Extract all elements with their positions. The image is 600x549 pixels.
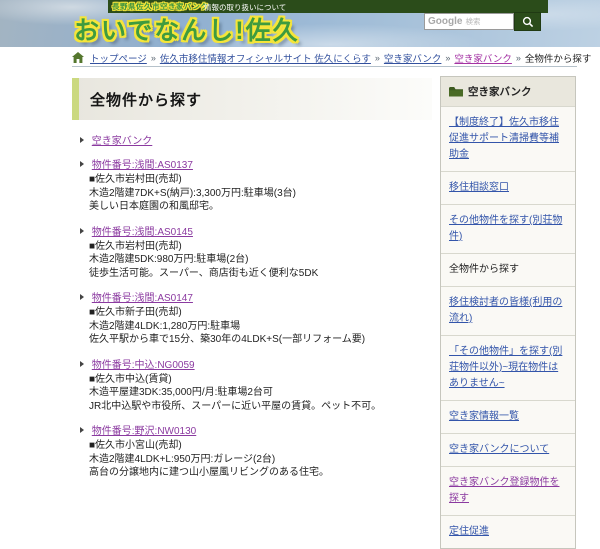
bullet-icon (80, 161, 84, 167)
listing-link[interactable]: 物件番号:中込:NG0059 (92, 360, 195, 371)
listing-item: 物件番号:浅間:AS0137 ■佐久市岩村田(売却) 木造2階建7DK+S(納戸… (72, 156, 432, 214)
home-icon[interactable] (72, 52, 84, 63)
sidebar-item[interactable]: 移住検討者の皆様(利用の流れ) (441, 286, 575, 335)
bullet-icon (80, 360, 84, 367)
listing-spec: 木造2階建4LDK+L:950万円:ガレージ(2台) (89, 453, 276, 465)
search-placeholder: 検索 (465, 17, 481, 26)
breadcrumb-item[interactable]: 空き家バンク (384, 51, 441, 65)
sidebar-item[interactable]: 【制度終了】佐久市移住促進サポート清掃費等補助金 (441, 106, 575, 171)
breadcrumb-separator: » (150, 52, 156, 63)
listing-location: ■佐久市岩村田(売却) (89, 174, 182, 185)
listing-description: JR北中込駅や市役所、スーパーに近い平屋の賃貸。ペット不可。 (89, 400, 382, 412)
breadcrumb-separator: » (515, 52, 521, 63)
bullet-icon (80, 294, 84, 300)
page-title-box: 全物件から探す (72, 78, 432, 120)
site-header: 長野県佐久市空き家バンク 情報の取り扱いについて おいでなんし!佐久 Googl… (0, 0, 600, 47)
sidebar-item-link[interactable]: 【制度終了】佐久市移住促進サポート清掃費等補助金 (449, 117, 559, 160)
intro-row: 空き家バンク (80, 132, 432, 147)
vacant-house-bank-link[interactable]: 空き家バンク (92, 136, 153, 147)
listing-item: 物件番号:中込:NG0059 ■佐久市中込(賃貸) 木造平屋建3DK:35,00… (72, 356, 432, 414)
listing-spec: 木造2階建7DK+S(納戸):3,300万円:駐車場(3台) (89, 187, 296, 199)
listing-spec: 木造2階建4LDK:1,280万円:駐車場 (89, 320, 241, 332)
listing-link[interactable]: 物件番号:浅間:AS0145 (92, 227, 193, 238)
folder-icon (449, 87, 463, 97)
listing-title-row: 物件番号:野沢:NW0130 (72, 422, 432, 437)
listing-description: 徒歩生活可能。スーパー、商店街も近く便利な5DK (89, 267, 319, 279)
google-watermark: Google (428, 16, 463, 27)
listing-description: 佐久平駅から車で15分、築30年の4LDK+S(一部リフォーム要) (89, 334, 366, 345)
listing-description: 美しい日本庭園の和風邸宅。 (89, 201, 219, 212)
bullet-icon (80, 137, 84, 143)
page-title: 全物件から探す (90, 91, 203, 109)
listing-location: ■佐久市新子田(売却) (89, 307, 182, 318)
breadcrumb-item: 全物件から探す (524, 53, 592, 65)
listing-title-row: 物件番号:浅間:AS0147 (72, 289, 432, 304)
sidebar-item[interactable]: その他物件を探す(別荘物件) (441, 204, 575, 253)
listing-title-row: 物件番号:浅間:AS0137 (72, 156, 432, 171)
listing-link[interactable]: 物件番号:浅間:AS0137 (92, 160, 193, 171)
breadcrumb-item[interactable]: トップページ (90, 51, 147, 65)
listing-link[interactable]: 物件番号:浅間:AS0147 (92, 293, 193, 304)
sidebar-item[interactable]: 空き家バンクについて (441, 433, 575, 466)
search-button[interactable] (514, 12, 541, 31)
sidebar: 空き家バンク 【制度終了】佐久市移住促進サポート清掃費等補助金 移住相談窓口 そ… (440, 76, 576, 549)
sidebar-item[interactable]: 空き家情報一覧 (441, 400, 575, 433)
search-box: Google 検索 (424, 12, 541, 31)
listing-location: ■佐久市小宮山(売却) (89, 440, 182, 451)
listings: 物件番号:浅間:AS0137 ■佐久市岩村田(売却) 木造2階建7DK+S(納戸… (72, 156, 432, 480)
sidebar-items: 【制度終了】佐久市移住促進サポート清掃費等補助金 移住相談窓口 その他物件を探す… (441, 106, 575, 548)
listing-item: 物件番号:野沢:NW0130 ■佐久市小宮山(売却) 木造2階建4LDK+L:9… (72, 422, 432, 480)
sidebar-item-link[interactable]: 空き家バンクについて (449, 444, 549, 455)
listing-location: ■佐久市岩村田(売却) (89, 240, 182, 252)
listing-title-row: 物件番号:浅間:AS0145 (72, 223, 432, 238)
breadcrumb-separator: » (445, 52, 451, 63)
title-accent-bar (72, 78, 79, 120)
listing-spec: 木造2階建5DK:980万円:駐車場(2台) (89, 254, 249, 265)
listing-spec: 木造平屋建3DK:35,000円/月:駐車場2台可 (89, 387, 273, 398)
sidebar-item[interactable]: 定住促進 (441, 515, 575, 548)
listing-link[interactable]: 物件番号:野沢:NW0130 (92, 426, 196, 437)
sidebar-header: 空き家バンク (441, 77, 575, 106)
sidebar-item-link[interactable]: 移住相談窓口 (449, 182, 509, 193)
breadcrumb-item[interactable]: 佐久市移住情報オフィシャルサイト 佐久にくらす (160, 51, 371, 65)
sidebar-item-link[interactable]: 「その他物件」を探す(別荘物件以外)~現在物件はありません~ (449, 346, 562, 389)
sidebar-item-link[interactable]: 空き家バンク登録物件を探す (449, 477, 560, 504)
search-input[interactable]: Google 検索 (424, 13, 514, 30)
listing-item: 物件番号:浅間:AS0145 ■佐久市岩村田(売却) 木造2階建5DK:980万… (72, 223, 432, 281)
listing-description: 高台の分譲地内に建つ山小屋風リビングのある住宅。 (89, 467, 329, 478)
sidebar-item[interactable]: 全物件から探す (441, 253, 575, 286)
site-logo[interactable]: おいでなんし!佐久 (74, 11, 300, 47)
breadcrumb-separator: » (374, 52, 380, 63)
listing-location: ■佐久市中込(賃貸) (89, 373, 172, 385)
listing-item: 物件番号:浅間:AS0147 ■佐久市新子田(売却) 木造2階建4LDK:1,2… (72, 289, 432, 347)
magnifier-icon (522, 16, 533, 27)
sidebar-item-link[interactable]: その他物件を探す(別荘物件) (449, 215, 562, 242)
sidebar-item-link: 全物件から探す (449, 264, 519, 275)
sidebar-item[interactable]: 移住相談窓口 (441, 171, 575, 204)
breadcrumb-item[interactable]: 空き家バンク (454, 51, 511, 65)
bullet-icon (80, 227, 84, 234)
main-content: 全物件から探す 空き家バンク 物件番号:浅間:AS0137 ■佐久市岩村田(売却… (72, 78, 432, 480)
listing-title-row: 物件番号:中込:NG0059 (72, 356, 432, 371)
sidebar-item[interactable]: 「その他物件」を探す(別荘物件以外)~現在物件はありません~ (441, 335, 575, 400)
breadcrumb: トップページ» 佐久市移住情報オフィシャルサイト 佐久にくらす» 空き家バンク» 空き… (72, 49, 591, 67)
bullet-icon (80, 427, 84, 433)
sidebar-item-link[interactable]: 定住促進 (449, 526, 489, 537)
sidebar-title: 空き家バンク (468, 86, 532, 98)
sidebar-item[interactable]: 空き家バンク登録物件を探す (441, 466, 575, 515)
sidebar-item-link[interactable]: 空き家情報一覧 (449, 411, 519, 422)
sidebar-item-link[interactable]: 移住検討者の皆様(利用の流れ) (449, 297, 562, 324)
